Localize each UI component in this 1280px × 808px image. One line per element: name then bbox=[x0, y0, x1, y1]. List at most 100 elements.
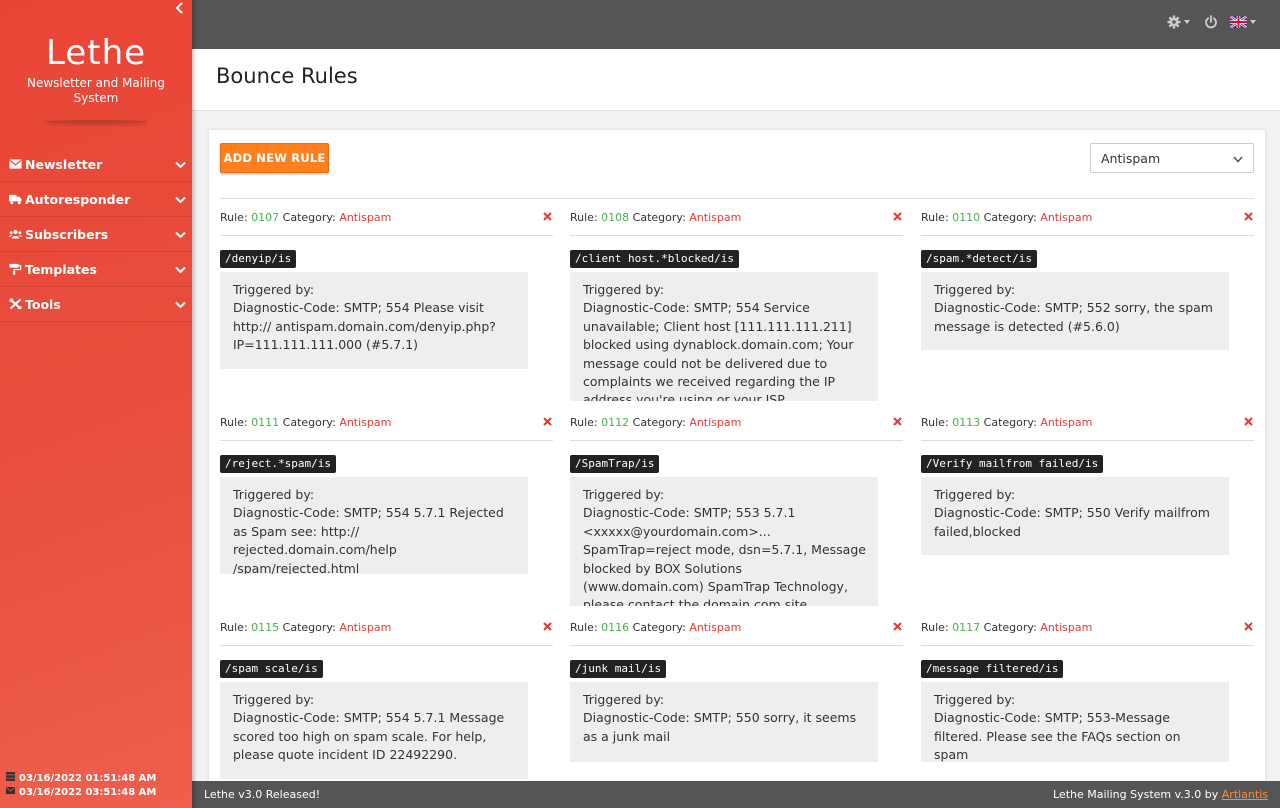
rule-card: Rule: 0112 Category: Antispam /SpamTrap/… bbox=[570, 404, 903, 606]
rule-trigger-text: Diagnostic-Code: SMTP; 552 sorry, the sp… bbox=[934, 300, 1213, 334]
brand: Lethe Newsletter and Mailing System bbox=[0, 0, 192, 123]
category-filter-select[interactable]: Antispam bbox=[1090, 143, 1254, 173]
local-time: 03/16/2022 03:51:48 AM bbox=[6, 786, 156, 800]
rule-header: Rule: 0108 Category: Antispam bbox=[570, 199, 903, 236]
rule-card: Rule: 0107 Category: Antispam /denyip/is… bbox=[220, 199, 553, 369]
triggered-by-label: Triggered by: bbox=[934, 487, 1016, 502]
rule-id: 0107 bbox=[251, 210, 280, 224]
rule-trigger-text: Diagnostic-Code: SMTP; 554 5.7.1 Rejecte… bbox=[233, 505, 504, 574]
rule-category: Antispam bbox=[339, 210, 392, 224]
delete-rule-icon[interactable] bbox=[543, 417, 553, 427]
chevron-down-icon bbox=[175, 297, 186, 312]
logout-button[interactable] bbox=[1204, 15, 1218, 29]
rule-pattern: /spam.*detect/is bbox=[921, 250, 1037, 268]
rule-id: 0110 bbox=[952, 210, 981, 224]
delete-rule-icon[interactable] bbox=[893, 622, 903, 632]
chevron-down-icon bbox=[175, 227, 186, 242]
rule-trigger-box: Triggered by: Diagnostic-Code: SMTP; 554… bbox=[570, 272, 878, 401]
page-title: Bounce Rules bbox=[216, 64, 358, 88]
language-menu[interactable] bbox=[1230, 16, 1256, 28]
sidebar-item-label: Templates bbox=[25, 261, 97, 277]
bounce-rules-panel: ADD NEW RULE Antispam Rule: 0107 Categor… bbox=[208, 129, 1266, 789]
sidebar-item-subscribers[interactable]: Subscribers bbox=[0, 217, 192, 252]
delete-rule-icon[interactable] bbox=[1244, 417, 1254, 427]
chevron-down-icon bbox=[175, 192, 186, 207]
delete-rule-icon[interactable] bbox=[1244, 212, 1254, 222]
footer-credit: Lethe Mailing System v.3.0 by Artlantis bbox=[1053, 788, 1268, 801]
envelope-icon bbox=[6, 786, 19, 800]
rule-header: Rule: 0111 Category: Antispam bbox=[220, 404, 553, 441]
server-icon bbox=[6, 772, 19, 786]
triggered-by-label: Triggered by: bbox=[583, 282, 665, 297]
rule-trigger-text: Diagnostic-Code: SMTP; 554 5.7.1 Message… bbox=[233, 710, 505, 763]
rule-trigger-box: Triggered by: Diagnostic-Code: SMTP; 552… bbox=[921, 272, 1229, 350]
delete-rule-icon[interactable] bbox=[1244, 622, 1254, 632]
rule-trigger-text: Diagnostic-Code: SMTP; 554 Service unava… bbox=[583, 300, 854, 401]
rule-header: Rule: 0110 Category: Antispam bbox=[921, 199, 1254, 236]
rule-header: Rule: 0113 Category: Antispam bbox=[921, 404, 1254, 441]
delete-rule-icon[interactable] bbox=[543, 212, 553, 222]
rule-id: 0117 bbox=[952, 620, 981, 634]
caret-down-icon bbox=[1184, 20, 1190, 24]
footer: Lethe v3.0 Released! Lethe Mailing Syste… bbox=[192, 781, 1280, 808]
rule-card: Rule: 0108 Category: Antispam /client ho… bbox=[570, 199, 903, 401]
users-icon bbox=[8, 228, 22, 240]
delete-rule-icon[interactable] bbox=[543, 622, 553, 632]
sidebar-item-tools[interactable]: Tools bbox=[0, 287, 192, 322]
sidebar-item-templates[interactable]: Templates bbox=[0, 252, 192, 287]
delete-rule-icon[interactable] bbox=[893, 417, 903, 427]
rule-id: 0116 bbox=[601, 620, 630, 634]
rule-trigger-box: Triggered by: Diagnostic-Code: SMTP; 554… bbox=[220, 477, 528, 574]
triggered-by-label: Triggered by: bbox=[934, 692, 1016, 707]
envelope-icon bbox=[8, 158, 22, 170]
chevron-down-icon bbox=[175, 262, 186, 277]
add-new-rule-button[interactable]: ADD NEW RULE bbox=[220, 143, 329, 173]
sidebar-item-label: Subscribers bbox=[25, 226, 109, 242]
rule-id: 0113 bbox=[952, 415, 981, 429]
rule-category: Antispam bbox=[1040, 415, 1093, 429]
rule-header: Rule: 0115 Category: Antispam bbox=[220, 609, 553, 646]
rule-id: 0112 bbox=[601, 415, 630, 429]
rule-trigger-box: Triggered by: Diagnostic-Code: SMTP; 553… bbox=[570, 477, 878, 606]
rule-header: Rule: 0107 Category: Antispam bbox=[220, 199, 553, 236]
logo: Lethe bbox=[45, 33, 147, 73]
rule-trigger-box: Triggered by: Diagnostic-Code: SMTP; 554… bbox=[220, 272, 528, 369]
rule-category: Antispam bbox=[689, 210, 742, 224]
rule-card: Rule: 0113 Category: Antispam /Verify ma… bbox=[921, 404, 1254, 555]
rule-trigger-text: Diagnostic-Code: SMTP; 553 5.7.1 <xxxxx@… bbox=[583, 505, 866, 606]
settings-menu[interactable] bbox=[1167, 15, 1190, 29]
rule-pattern: /Verify mailfrom failed/is bbox=[921, 455, 1104, 473]
page-header: Bounce Rules bbox=[192, 49, 1280, 111]
triggered-by-label: Triggered by: bbox=[583, 487, 665, 502]
delete-rule-icon[interactable] bbox=[893, 212, 903, 222]
server-time: 03/16/2022 01:51:48 AM bbox=[6, 772, 156, 786]
tagline: Newsletter and Mailing System bbox=[26, 76, 165, 105]
sidebar-item-label: Newsletter bbox=[25, 156, 103, 172]
chevron-down-icon bbox=[1233, 151, 1243, 166]
top-bar bbox=[192, 0, 1280, 49]
sidebar-item-autoresponder[interactable]: Autoresponder bbox=[0, 182, 192, 217]
rule-category: Antispam bbox=[689, 415, 742, 429]
rule-pattern: /SpamTrap/is bbox=[570, 455, 660, 473]
rule-card: Rule: 0117 Category: Antispam /message f… bbox=[921, 609, 1254, 762]
rule-card: Rule: 0111 Category: Antispam /reject.*s… bbox=[220, 404, 553, 574]
sidebar-item-newsletter[interactable]: Newsletter bbox=[0, 147, 192, 182]
release-note: Lethe v3.0 Released! bbox=[204, 788, 321, 801]
rule-trigger-text: Diagnostic-Code: SMTP; 553-Message filte… bbox=[934, 710, 1181, 762]
triggered-by-label: Triggered by: bbox=[233, 692, 315, 707]
rule-id: 0111 bbox=[251, 415, 280, 429]
rule-card: Rule: 0115 Category: Antispam /spam scal… bbox=[220, 609, 553, 779]
truck-icon bbox=[8, 193, 22, 205]
collapse-sidebar-chevron-icon[interactable] bbox=[175, 2, 189, 18]
artlantis-link[interactable]: Artlantis bbox=[1222, 788, 1268, 801]
triggered-by-label: Triggered by: bbox=[934, 282, 1016, 297]
uk-flag-icon bbox=[1230, 16, 1247, 28]
sidebar: Lethe Newsletter and Mailing System News… bbox=[0, 0, 192, 808]
rule-pattern: /denyip/is bbox=[220, 250, 297, 268]
rule-id: 0115 bbox=[251, 620, 280, 634]
triggered-by-label: Triggered by: bbox=[583, 692, 665, 707]
gear-icon bbox=[1167, 15, 1181, 29]
rule-category: Antispam bbox=[339, 415, 392, 429]
triggered-by-label: Triggered by: bbox=[233, 487, 315, 502]
caret-down-icon bbox=[1250, 20, 1256, 24]
